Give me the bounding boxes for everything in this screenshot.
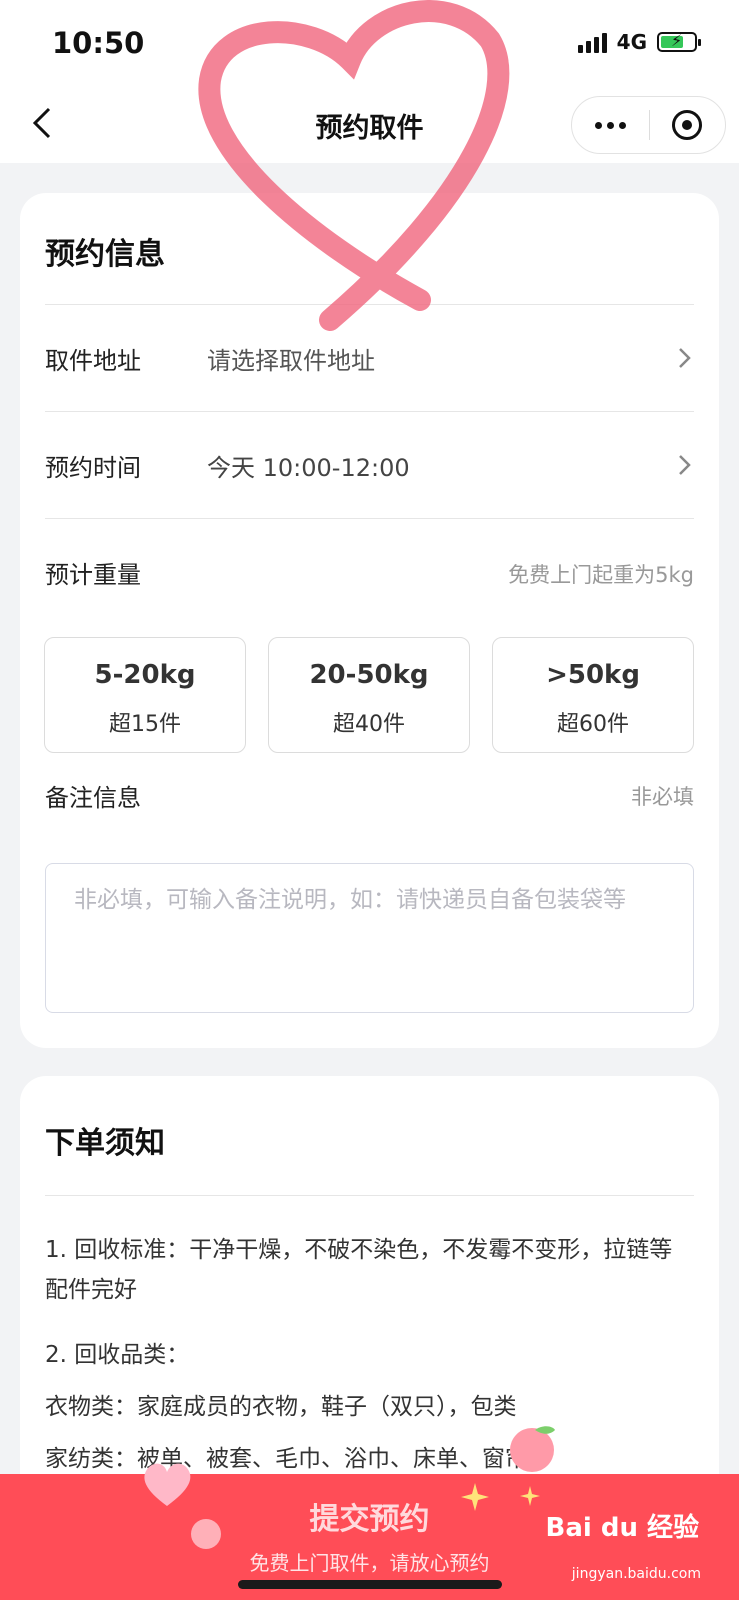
weight-option-pieces: 超40件	[333, 712, 405, 737]
watermark-logo: Bai du 经验	[545, 1513, 700, 1543]
time-row[interactable]: 预约时间 今天 10:00-12:00	[20, 412, 719, 518]
address-label: 取件地址	[45, 347, 141, 375]
time-label: 预约时间	[45, 454, 141, 482]
close-mini-program-icon	[672, 110, 703, 140]
weight-option-20-50kg[interactable]: 20-50kg 超40件	[268, 637, 470, 753]
weight-option-5-20kg[interactable]: 5-20kg 超15件	[44, 637, 246, 753]
network-type: 4G	[616, 30, 647, 54]
notice-item: 1. 回收标准：干净干燥，不破不染色，不发霉不变形，拉链等配件完好	[45, 1237, 673, 1303]
remark-textarea[interactable]: 非必填，可输入备注说明，如：请快递员自备包装袋等	[45, 863, 694, 1013]
top-bar: 10:50 4G ⚡ 预约取件	[0, 0, 739, 163]
divider	[45, 1195, 694, 1196]
divider	[45, 518, 694, 519]
watermark-url: jingyan.baidu.com	[571, 1566, 701, 1582]
notice-item: 衣物类：家庭成员的衣物，鞋子（双只），包类	[45, 1394, 517, 1420]
booking-title: 预约信息	[45, 237, 165, 272]
address-placeholder: 请选择取件地址	[207, 347, 375, 375]
chevron-right-icon	[679, 348, 691, 368]
weight-option-over-50kg[interactable]: >50kg 超60件	[492, 637, 694, 753]
weight-option-pieces: 超15件	[109, 712, 181, 737]
weight-option-range: 5-20kg	[94, 660, 196, 690]
more-icon[interactable]	[572, 121, 649, 129]
booking-card: 预约信息 取件地址 请选择取件地址 预约时间 今天 10:00-12:00 预计…	[20, 193, 719, 1048]
close-mini-program-button[interactable]	[650, 110, 725, 140]
notice-item: 2. 回收品类：	[45, 1342, 190, 1368]
chevron-right-icon	[679, 455, 691, 475]
weight-option-range: >50kg	[546, 660, 640, 690]
home-indicator	[238, 1580, 502, 1589]
notice-item: 家纺类：被单、被套、毛巾、浴巾、床单、窗帘	[45, 1446, 528, 1472]
weight-option-range: 20-50kg	[309, 660, 429, 690]
mini-program-capsule	[571, 96, 726, 154]
weight-hint: 免费上门起重为5kg	[508, 563, 694, 587]
battery-icon: ⚡	[657, 31, 701, 52]
weight-label: 预计重量	[45, 561, 141, 589]
time-value: 今天 10:00-12:00	[207, 454, 410, 482]
remark-label: 备注信息	[45, 784, 141, 812]
address-row[interactable]: 取件地址 请选择取件地址	[20, 305, 719, 410]
signal-icon	[577, 31, 607, 53]
status-icons: 4G ⚡	[577, 30, 701, 54]
remark-hint: 非必填	[631, 785, 694, 809]
notice-title: 下单须知	[45, 1126, 165, 1161]
weight-option-pieces: 超60件	[557, 712, 629, 737]
status-time: 10:50	[52, 26, 145, 60]
